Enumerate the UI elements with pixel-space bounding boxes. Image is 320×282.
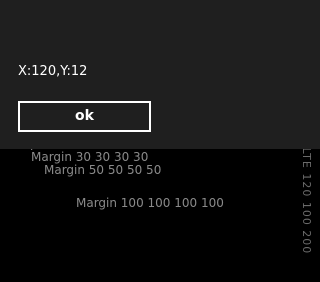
ok-button[interactable]: ok [18,101,151,132]
margin-30-label: Margin 30 30 30 30 [31,150,149,164]
vertical-rotated-label: BLTE 120 100 200 [300,139,313,255]
margin-50-label: Margin 50 50 50 50 [44,163,162,177]
dialog-message: X:120,Y:12 [18,64,88,79]
message-dialog: X:120,Y:12 ok [0,0,320,149]
margin-100-label: Margin 100 100 100 100 [76,196,224,210]
app-screen: r Margin 30 30 30 30 Margin 50 50 50 50 … [0,0,320,282]
